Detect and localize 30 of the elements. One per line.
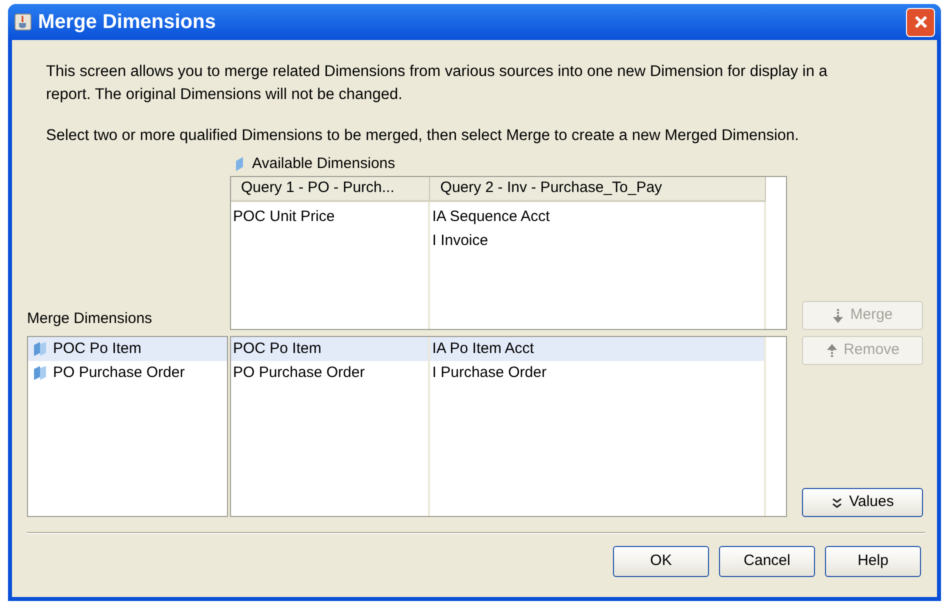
dialog-button[interactable]: OK <box>613 546 709 577</box>
table-cell[interactable]: POC Unit Price <box>231 206 428 230</box>
column-header[interactable]: Query 1 - PO - Purch... <box>231 177 430 200</box>
dialog-button[interactable]: Cancel <box>719 546 815 577</box>
section-label: Merge Dimensions <box>27 308 152 328</box>
list-item[interactable]: POC Po Item <box>28 337 227 361</box>
double-chevron-icon <box>831 496 844 508</box>
remove-button: Remove <box>802 336 923 365</box>
table-cell: IA Po Item Acct <box>430 337 766 361</box>
instruction-text: This screen allows you to merge related Dimensions from various sources into one new Dimension for display in a report. The original Dimensions will not be changed. <box>46 62 828 105</box>
section-label: Available Dimensions <box>252 154 396 174</box>
dialog-button[interactable]: Help <box>825 546 921 577</box>
cup-icon <box>14 13 32 31</box>
table-cell[interactable]: IA Sequence Acct <box>430 206 764 230</box>
table-row[interactable]: POC Po Item IA Po Item Acct <box>231 337 766 361</box>
list-item[interactable]: PO Purchase Order <box>28 361 227 385</box>
close-button[interactable] <box>906 8 935 36</box>
table-cell: POC Po Item <box>231 337 430 361</box>
merge-button: Merge <box>802 301 923 330</box>
column-header[interactable]: Query 2 - Inv - Purchase_To_Pay <box>430 177 766 200</box>
values-button[interactable]: Values <box>802 488 923 517</box>
instruction-text: Select two or more qualified Dimensions to be merged, then select Merge to create a new Merged Dimension. <box>46 126 800 146</box>
table-cell[interactable]: I Invoice <box>430 230 764 254</box>
table-cell: I Purchase Order <box>430 361 766 385</box>
table-row[interactable]: PO Purchase Order I Purchase Order <box>231 361 766 385</box>
window-title: Merge Dimensions <box>38 10 216 35</box>
close-icon <box>912 14 928 30</box>
down-arrow-icon <box>832 308 844 324</box>
up-arrow-icon <box>826 342 838 358</box>
table-cell: PO Purchase Order <box>231 361 430 385</box>
